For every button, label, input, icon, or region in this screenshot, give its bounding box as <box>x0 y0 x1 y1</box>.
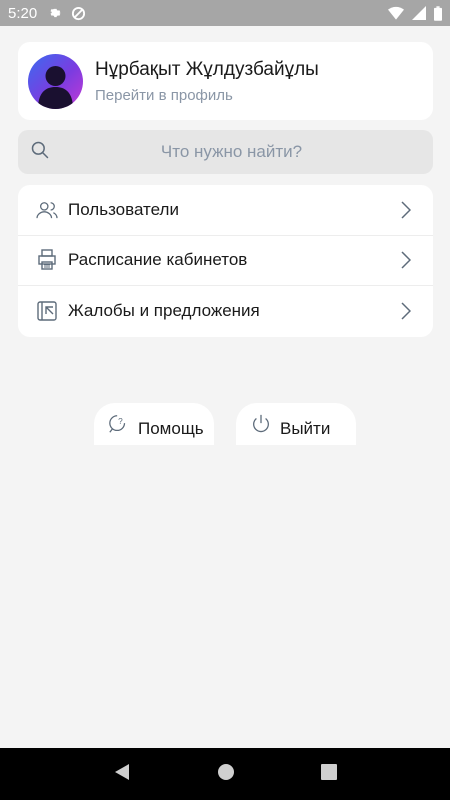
feedback-icon <box>36 300 58 322</box>
menu-item-feedback[interactable]: Жалобы и предложения <box>18 286 433 337</box>
chevron-right-icon <box>401 251 411 269</box>
gear-icon <box>47 6 61 20</box>
wifi-icon <box>388 6 404 20</box>
menu-item-schedule[interactable]: Расписание кабинетов <box>18 236 433 287</box>
search-input[interactable] <box>50 142 433 162</box>
profile-name: Нұрбақыт Жұлдузбайұлы <box>95 58 319 80</box>
menu-item-label: Пользователи <box>68 199 179 219</box>
avatar <box>28 53 83 109</box>
system-nav-bar <box>0 748 450 800</box>
profile-link[interactable]: Перейти в профиль <box>95 87 319 104</box>
menu-item-label: Расписание кабинетов <box>68 250 248 270</box>
users-icon <box>36 199 58 221</box>
home-icon[interactable] <box>217 763 235 786</box>
profile-card[interactable]: Нұрбақыт Жұлдузбайұлы Перейти в профиль <box>18 42 433 120</box>
menu-card: Пользователи Расписание кабинетов Жалобы… <box>18 185 433 337</box>
chevron-right-icon <box>401 302 411 321</box>
status-bar: 5:20 <box>0 0 450 26</box>
status-time: 5:20 <box>8 4 38 22</box>
power-icon <box>250 413 272 440</box>
search-icon <box>30 140 50 165</box>
logout-button[interactable]: Выйти <box>236 403 356 445</box>
menu-item-label: Жалобы и предложения <box>68 301 260 321</box>
signal-icon <box>412 6 426 20</box>
at-icon <box>71 6 86 21</box>
printer-icon <box>36 249 58 271</box>
person-silhouette-icon <box>38 65 73 109</box>
help-button[interactable]: ? Помощь <box>94 403 214 445</box>
back-icon[interactable] <box>113 763 131 786</box>
chevron-right-icon <box>401 201 411 219</box>
search-box[interactable] <box>18 130 433 174</box>
help-chat-icon: ? <box>108 413 130 440</box>
svg-text:?: ? <box>118 417 123 426</box>
help-label: Помощь <box>138 419 204 438</box>
menu-item-users[interactable]: Пользователи <box>18 185 433 236</box>
logout-label: Выйти <box>280 419 331 438</box>
recents-icon[interactable] <box>321 763 337 785</box>
battery-icon <box>434 5 442 21</box>
